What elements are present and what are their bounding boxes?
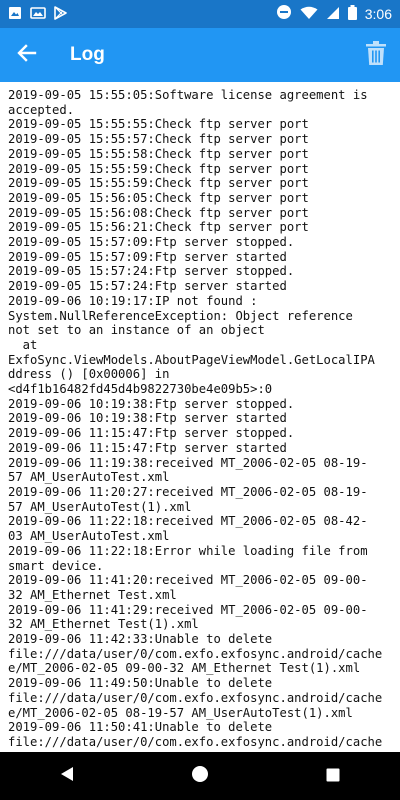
log-line: System.NullReferenceException: Object re…	[8, 308, 353, 323]
log-line: 2019-09-05 15:55:58:Check ftp server por…	[8, 146, 309, 161]
log-line: 57 AM_UserAutoTest(1).xml	[8, 499, 192, 514]
app-bar: Log	[0, 28, 400, 82]
log-line: 2019-09-06 11:41:29:received MT_2006-02-…	[8, 602, 368, 617]
log-line: 2019-09-05 15:55:55:Check ftp server por…	[8, 117, 309, 132]
signal-icon	[326, 5, 340, 24]
log-line: e/MT_2006-02-05 08-19-57 AM_UserAutoTest…	[8, 705, 353, 720]
arrow-back-icon	[17, 43, 37, 67]
log-line: 2019-09-05 15:55:59:Check ftp server por…	[8, 161, 309, 176]
navigation-bar	[0, 752, 400, 800]
photo-icon	[30, 5, 46, 24]
log-line: smart device.	[8, 558, 104, 573]
log-line: <d4f1b16482fd45d4b9822730be4e09b5>:0	[8, 382, 273, 397]
clock: 3:06	[364, 6, 392, 22]
log-line: ddress () [0x00006] in	[8, 367, 170, 382]
log-line: not set to an instance of an object	[8, 323, 265, 338]
log-line: file:///data/user/0/com.exfo.exfosync.an…	[8, 646, 383, 661]
log-line: 2019-09-06 11:42:33:Unable to delete	[8, 632, 273, 647]
log-line: 2019-09-06 10:19:38:Ftp server started	[8, 411, 287, 426]
nav-back-icon	[60, 766, 74, 786]
nav-home-button[interactable]	[170, 752, 230, 800]
log-line: file:///data/user/0/com.exfo.exfosync.an…	[8, 734, 383, 749]
log-line: 2019-09-06 10:19:38:Ftp server stopped.	[8, 396, 295, 411]
log-line: 2019-09-06 11:19:38:received MT_2006-02-…	[8, 455, 368, 470]
log-line: 2019-09-06 11:50:41:Unable to delete	[8, 720, 273, 735]
log-line: 32 AM_Ethernet Test.xml	[8, 587, 177, 602]
log-line: 2019-09-06 10:19:17:IP not found :	[8, 293, 258, 308]
log-text: 2019-09-05 15:55:05:Software license agr…	[8, 88, 392, 750]
log-line: 2019-09-05 15:55:59:Check ftp server por…	[8, 176, 309, 191]
log-line: at	[8, 337, 38, 352]
log-line: e/MT_2006-02-05 09-00-32 AM_Ethernet Tes…	[8, 661, 361, 676]
log-line: 2019-09-06 11:15:47:Ftp server stopped.	[8, 426, 295, 441]
log-line: 03 AM_UserAutoTest.xml	[8, 529, 170, 544]
nav-back-button[interactable]	[37, 752, 97, 800]
log-line: 2019-09-05 15:55:57:Check ftp server por…	[8, 132, 309, 147]
log-line: 2019-09-05 15:57:09:Ftp server started	[8, 249, 287, 264]
log-line: 2019-09-05 15:56:08:Check ftp server por…	[8, 205, 309, 220]
log-line: 2019-09-05 15:57:24:Ftp server started	[8, 279, 287, 294]
battery-icon	[347, 4, 357, 24]
status-bar: 3:06	[0, 0, 400, 28]
play-store-icon	[54, 5, 67, 24]
image-icon	[8, 5, 22, 24]
back-button[interactable]	[0, 28, 54, 82]
log-line: 2019-09-06 11:49:50:Unable to delete	[8, 676, 273, 691]
log-line: ExfoSync.ViewModels.AboutPageViewModel.G…	[8, 352, 375, 367]
log-line: 2019-09-05 15:56:05:Check ftp server por…	[8, 190, 309, 205]
log-line: 2019-09-05 15:56:21:Check ftp server por…	[8, 220, 309, 235]
log-line: 2019-09-06 11:22:18:received MT_2006-02-…	[8, 514, 368, 529]
page-title: Log	[70, 44, 105, 65]
log-line: 2019-09-06 11:41:20:received MT_2006-02-…	[8, 573, 368, 588]
log-line: accepted.	[8, 102, 75, 117]
notification-icons	[8, 5, 67, 24]
log-line: 32 AM_Ethernet Test(1).xml	[8, 617, 199, 632]
system-icons: 3:06	[276, 4, 392, 24]
log-line: file:///data/user/0/com.exfo.exfosync.an…	[8, 690, 383, 705]
log-line: 2019-09-06 11:22:18:Error while loading …	[8, 543, 368, 558]
trash-icon	[366, 41, 386, 69]
wifi-icon	[300, 5, 318, 24]
log-line: 2019-09-06 11:15:47:Ftp server started	[8, 440, 287, 455]
log-line: 2019-09-05 15:57:09:Ftp server stopped.	[8, 235, 295, 250]
do-not-disturb-icon	[276, 4, 292, 24]
log-line: 2019-09-06 11:20:27:received MT_2006-02-…	[8, 484, 368, 499]
nav-recents-button[interactable]	[303, 752, 363, 800]
log-view[interactable]: 2019-09-05 15:55:05:Software license agr…	[0, 82, 400, 752]
log-line: 57 AM_UserAutoTest.xml	[8, 470, 170, 485]
delete-log-button[interactable]	[352, 28, 400, 82]
log-line: 2019-09-05 15:55:05:Software license agr…	[8, 88, 368, 102]
nav-recents-icon	[326, 767, 340, 786]
log-line: 2019-09-05 15:57:24:Ftp server stopped.	[8, 264, 295, 279]
nav-home-icon	[191, 765, 209, 787]
